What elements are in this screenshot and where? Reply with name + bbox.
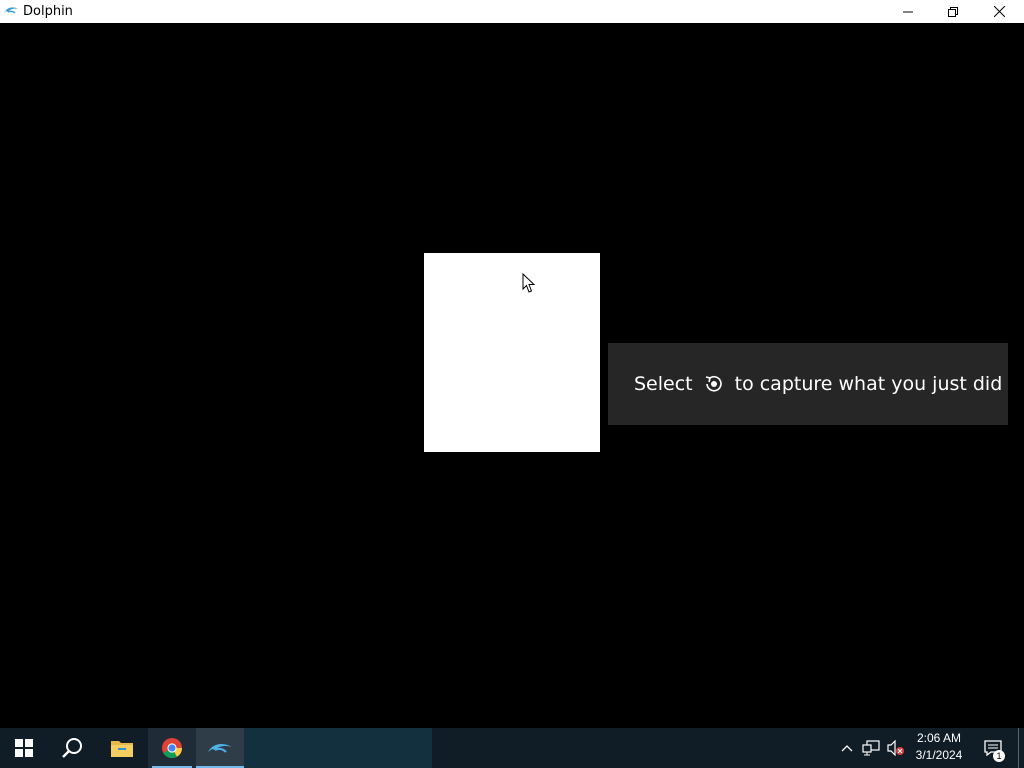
search-icon [62,738,82,758]
minimize-button[interactable] [885,0,931,23]
network-button[interactable] [860,728,882,768]
render-area[interactable]: Select to capture what you just did [0,23,1024,728]
show-desktop-button[interactable] [1018,728,1019,768]
network-icon [862,740,880,756]
window-title: Dolphin [23,4,73,19]
file-explorer-icon [111,741,133,757]
title-bar[interactable]: Dolphin [0,0,1024,23]
chevron-up-icon [841,745,853,752]
chrome-button[interactable] [148,728,196,768]
minimize-icon [903,11,913,12]
volume-button[interactable] [884,728,908,768]
taskbar: 2:06 AM 3/1/2024 1 [0,728,1024,768]
volume-muted-icon [887,740,904,756]
action-center-button[interactable]: 1 [978,728,1008,768]
search-button[interactable] [48,728,96,768]
restore-button[interactable] [930,0,976,23]
toast-suffix: to capture what you just did [734,373,1003,395]
taskbar-empty-area [244,728,432,768]
show-hidden-icons-button[interactable] [836,728,858,768]
mouse-cursor-icon [522,273,536,293]
clock-date: 3/1/2024 [915,748,963,762]
start-button[interactable] [0,728,48,768]
capture-icon [705,375,722,392]
blank-window[interactable] [424,253,600,452]
restore-icon [948,6,958,17]
game-bar-toast[interactable]: Select to capture what you just did [608,343,1008,425]
dolphin-icon [4,7,18,14]
chrome-icon [162,738,183,759]
clock-time: 2:06 AM [916,731,962,745]
toast-prefix: Select [634,373,693,395]
dolphin-icon [208,744,232,753]
file-explorer-button[interactable] [98,728,146,768]
notification-count-badge: 1 [993,750,1005,762]
dolphin-taskbar-button[interactable] [196,728,244,768]
close-button[interactable] [976,0,1022,23]
clock[interactable]: 2:06 AM 3/1/2024 [910,730,968,766]
close-icon [993,6,1005,17]
start-icon [15,739,33,757]
